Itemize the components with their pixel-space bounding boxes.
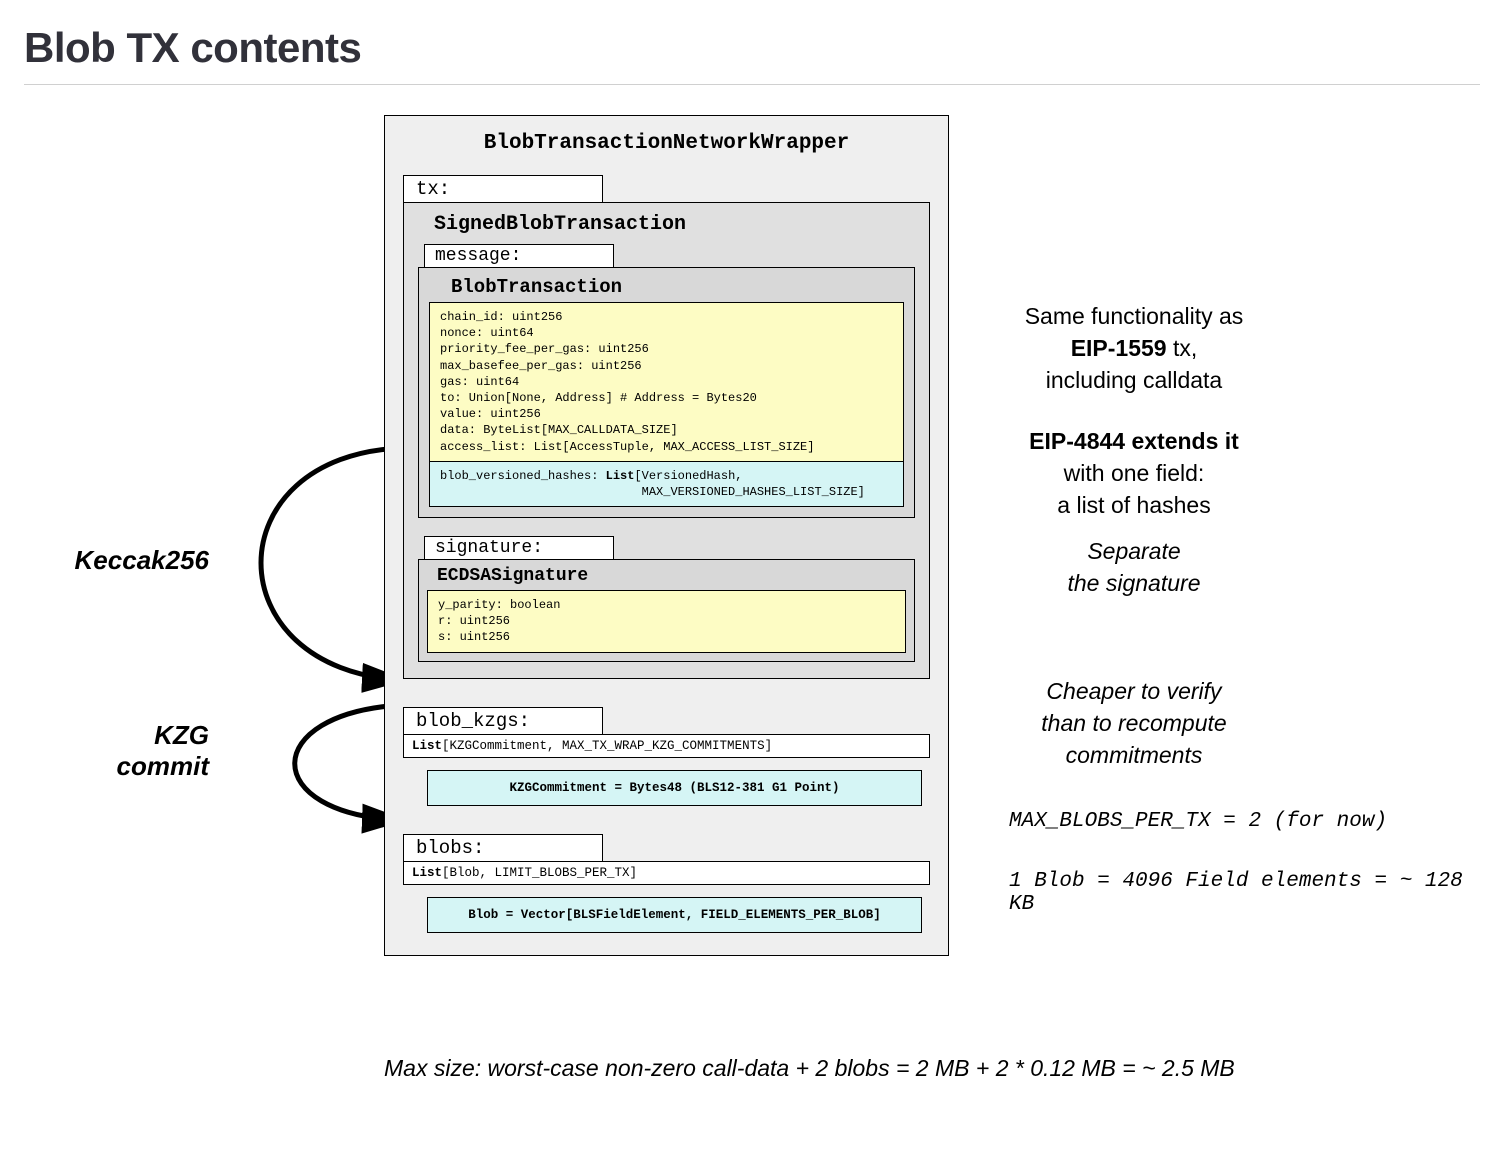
label-kzg-commit: KZG commit bbox=[24, 720, 209, 782]
note-max-size: Max size: worst-case non-zero call-data … bbox=[384, 1055, 1284, 1082]
note-blob-size: 1 Blob = 4096 Field elements = ~ 128 KB bbox=[1009, 870, 1480, 916]
note-text: including calldata bbox=[1046, 367, 1222, 393]
blobtx-title: BlobTransaction bbox=[451, 276, 904, 298]
label-keccak256: Keccak256 bbox=[24, 545, 209, 576]
note-text: tx, bbox=[1167, 335, 1198, 361]
note-text: with one field: bbox=[1064, 460, 1205, 486]
kzg-commitment-def: KZGCommitment = Bytes48 (BLS12-381 G1 Po… bbox=[427, 770, 922, 806]
note-text: Separate bbox=[1087, 538, 1180, 564]
note-bold: EIP-4844 extends it bbox=[1029, 428, 1239, 454]
wrapper-title: BlobTransactionNetworkWrapper bbox=[403, 132, 930, 155]
note-eip4844: EIP-4844 extends it with one field: a li… bbox=[984, 425, 1284, 522]
note-text: the signature bbox=[1068, 570, 1201, 596]
note-separate-sig: Separate the signature bbox=[1024, 535, 1244, 599]
blobs-list: List[Blob, LIMIT_BLOBS_PER_TX] bbox=[403, 861, 930, 885]
blobtx-hashes-field: blob_versioned_hashes: List[VersionedHas… bbox=[429, 461, 904, 507]
ecdsa-fields: y_parity: boolean r: uint256 s: uint256 bbox=[427, 590, 906, 653]
note-text: Same functionality as bbox=[1025, 303, 1244, 329]
blob-kzgs-label: blob_kzgs: bbox=[403, 707, 603, 735]
blob-def: Blob = Vector[BLSFieldElement, FIELD_ELE… bbox=[427, 897, 922, 933]
ecdsa-box: ECDSASignature y_parity: boolean r: uint… bbox=[418, 559, 915, 662]
note-text: than to recompute bbox=[1041, 710, 1226, 736]
note-cheaper-verify: Cheaper to verify than to recompute comm… bbox=[994, 675, 1274, 772]
signed-title: SignedBlobTransaction bbox=[434, 213, 915, 236]
note-eip1559: Same functionality as EIP-1559 tx, inclu… bbox=[984, 300, 1284, 397]
page-title: Blob TX contents bbox=[24, 24, 1480, 72]
diagram-stage: Keccak256 KZG commit BlobTransactionNetw… bbox=[24, 115, 1480, 1115]
message-label: message: bbox=[424, 244, 614, 268]
blob-kzgs-list: List[KZGCommitment, MAX_TX_WRAP_KZG_COMM… bbox=[403, 734, 930, 758]
divider bbox=[24, 84, 1480, 85]
blobs-label: blobs: bbox=[403, 834, 603, 862]
signed-box: SignedBlobTransaction message: BlobTrans… bbox=[403, 202, 930, 679]
blobtx-fields: chain_id: uint256 nonce: uint64 priority… bbox=[429, 302, 904, 462]
note-text: Cheaper to verify bbox=[1046, 678, 1221, 704]
blobtx-box: BlobTransaction chain_id: uint256 nonce:… bbox=[418, 267, 915, 518]
note-max-blobs: MAX_BLOBS_PER_TX = 2 (for now) bbox=[1009, 810, 1387, 833]
signature-label: signature: bbox=[424, 536, 614, 560]
note-text: commitments bbox=[1066, 742, 1203, 768]
ecdsa-title: ECDSASignature bbox=[437, 566, 906, 586]
wrapper-box: BlobTransactionNetworkWrapper tx: Signed… bbox=[384, 115, 949, 956]
tx-label: tx: bbox=[403, 175, 603, 203]
note-text: a list of hashes bbox=[1057, 492, 1210, 518]
note-bold: EIP-1559 bbox=[1071, 335, 1167, 361]
